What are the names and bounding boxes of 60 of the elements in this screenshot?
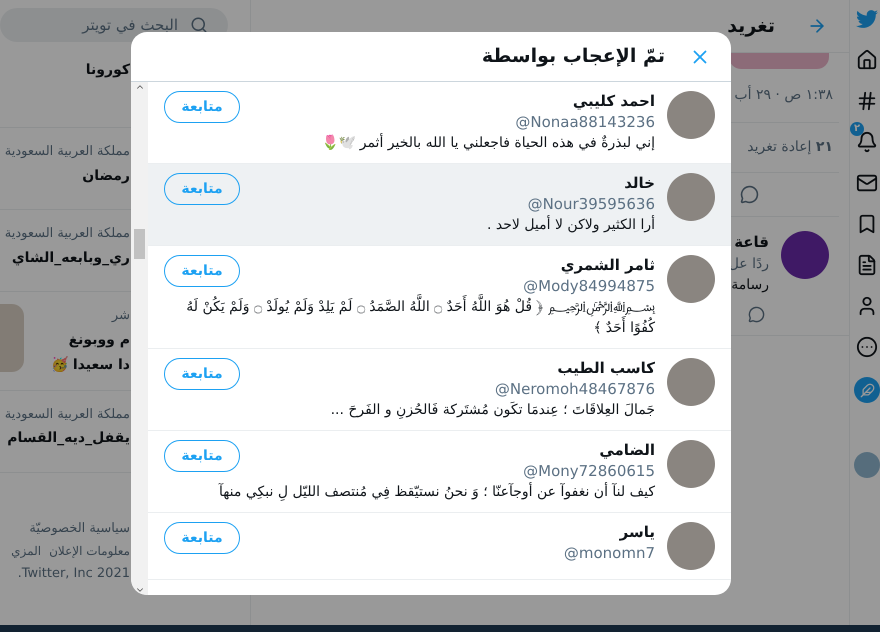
trend-title[interactable]: ري_وبابعه_الشاي	[12, 248, 130, 268]
footer-link[interactable]: معلومات الإعلان	[49, 542, 130, 560]
user-name[interactable]: كاسب الطيب	[494, 358, 655, 379]
avatar-placeholder[interactable]	[667, 173, 715, 221]
copyright-text: .Twitter, Inc 2021	[18, 565, 130, 583]
reply-author[interactable]: قاعة	[734, 231, 769, 254]
reply-text: رسامة	[731, 276, 769, 294]
trend-context: مملكة العربية السعودية	[4, 143, 130, 161]
user-handle[interactable]: @Nonaa88143236	[515, 112, 655, 133]
modal-title: تمّ الإعجاب بواسطة	[482, 44, 665, 70]
account-avatar-placeholder[interactable]	[854, 452, 880, 478]
trend-title[interactable]: كورونا	[86, 60, 130, 81]
more-icon[interactable]	[856, 336, 878, 358]
user-handle[interactable]: @Neromoh48467876	[494, 379, 655, 400]
feather-icon	[860, 382, 874, 398]
avatar-placeholder[interactable]	[667, 358, 715, 406]
user-bio: إني لبذرةٌ في هذه الحياة فاجعلني يا الله بالخير أثمر 🕊🌷	[320, 133, 655, 153]
footer-link[interactable]: المزي	[11, 542, 42, 560]
user-name[interactable]: احمد كليبي	[515, 91, 655, 112]
header-title: تغريد	[727, 14, 775, 39]
trend-context: مملكة العربية السعودية	[4, 225, 130, 243]
avatar-placeholder[interactable]	[667, 91, 715, 139]
user-handle[interactable]: @Mody84994875	[523, 276, 655, 297]
trend-title[interactable]: م ووبونغ	[68, 330, 130, 350]
mail-icon[interactable]	[856, 172, 878, 194]
search-placeholder: البحث في تويتر	[82, 14, 178, 36]
avatar-placeholder[interactable]	[667, 255, 715, 303]
user-name[interactable]: ياسر	[564, 522, 655, 543]
hashtag-icon[interactable]	[856, 90, 878, 112]
scroll-thumb[interactable]	[134, 228, 145, 258]
footer-link[interactable]: سياسية الخصوصيّة	[29, 518, 130, 538]
user-bio: كيف لنآ أن نغفوآ عن أوجآعنّا ؛ وَ نحنُ نستيّقظ فِي مُنتصف الليّل لِ نبكِي منهآ	[218, 482, 655, 503]
scrollbar[interactable]	[131, 82, 148, 595]
user-name[interactable]: خالد	[528, 173, 655, 194]
reply-icon[interactable]	[740, 185, 759, 204]
user-name[interactable]: الضامي	[523, 440, 655, 461]
search-icon	[190, 16, 208, 34]
avatar-placeholder	[781, 231, 829, 279]
avatar-placeholder[interactable]	[667, 522, 715, 570]
reply-icon[interactable]	[748, 306, 765, 322]
user-bio: أرا الكثير ولاكن لا أميل لاحد .	[486, 215, 655, 235]
trend-title[interactable]: رمضان	[82, 166, 130, 186]
trend-context: شر	[112, 307, 130, 325]
user-handle[interactable]: @Mony72860615	[523, 461, 655, 482]
user-handle[interactable]: @Nour39595636	[528, 194, 655, 215]
bell-icon[interactable]	[856, 131, 878, 153]
trend-title[interactable]: دا سعيدا 🥳	[50, 354, 130, 376]
trend-title[interactable]: يقفل_ديه_القسام	[7, 428, 130, 449]
avatar-placeholder[interactable]	[667, 440, 715, 488]
user-bio: جَمالَ العِلاقَاتَ ؛ عِندمَا تكَون مُشتَركة فَالحُزنِ و الفَرحَ ...	[330, 400, 655, 421]
compose-button[interactable]	[854, 377, 880, 403]
home-icon[interactable]	[856, 49, 878, 71]
trend-context: مملكة العربية السعودية	[4, 406, 130, 424]
notification-badge: ٢	[850, 122, 864, 136]
user-handle[interactable]: @monomn7	[564, 543, 655, 564]
user-name[interactable]: ثامر الشمري	[523, 255, 655, 276]
tweet-timestamp: ١:٣٨ ص · ٢٩ أب	[734, 85, 834, 105]
list-icon[interactable]	[856, 254, 878, 276]
bird-logo-icon[interactable]	[856, 8, 878, 30]
retweet-count[interactable]: ٢١ إعادة تغريد	[747, 137, 839, 158]
